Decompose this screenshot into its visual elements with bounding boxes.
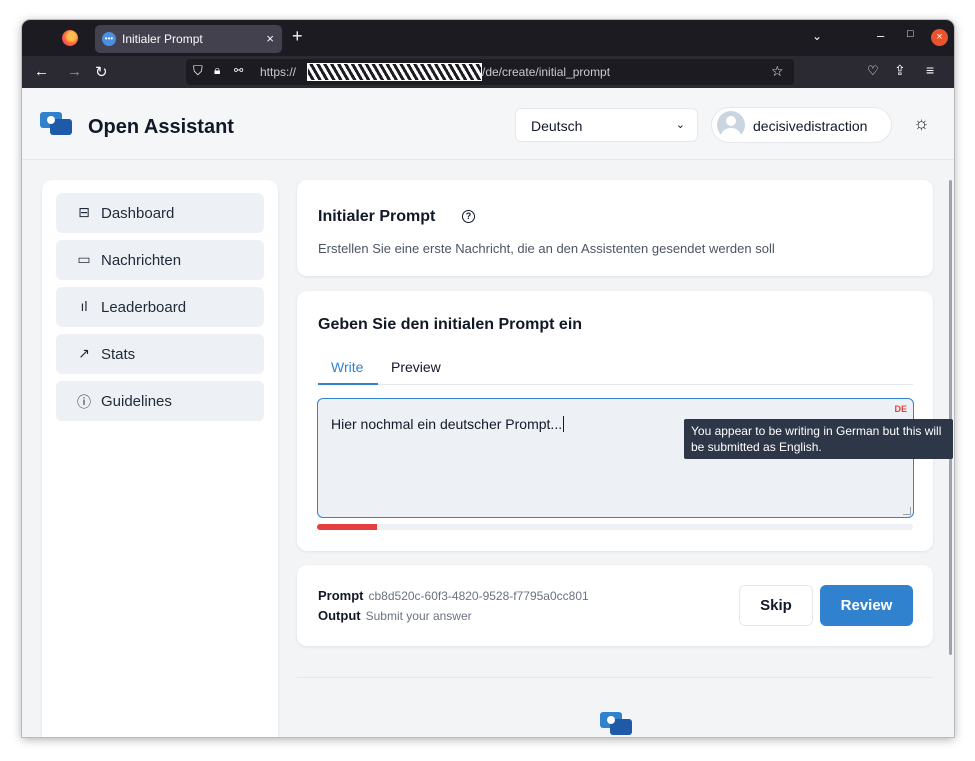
sidebar-item-guidelines[interactable]: ⓘ Guidelines <box>56 381 264 421</box>
language-value: Deutsch <box>531 118 583 134</box>
sidebar-item-label: Nachrichten <box>101 252 182 269</box>
skip-button[interactable]: Skip <box>739 585 813 626</box>
list-tabs-chevron-icon[interactable]: ⌄ <box>812 29 822 43</box>
back-arrow-icon[interactable]: ← <box>34 63 49 80</box>
prompt-id: cb8d520c-60f3-4820-9528-f7795a0cc801 <box>368 589 589 603</box>
browser-tab[interactable]: ••• Initialer Prompt × <box>95 25 282 53</box>
prompt-label: Prompt <box>318 588 364 603</box>
length-progress-fill <box>317 524 377 530</box>
app-header: Open Assistant Deutsch ⌄ decisivedistrac… <box>22 88 954 160</box>
firefox-logo-icon <box>62 30 78 46</box>
sidebar-item-dashboard[interactable]: ⊟ Dashboard <box>56 193 264 233</box>
footer-logo-icon <box>600 712 632 735</box>
task-title: Initialer Prompt <box>318 208 436 225</box>
bookmark-star-icon[interactable]: ☆ <box>771 63 784 80</box>
url-path: /de/create/initial_prompt <box>482 65 611 79</box>
username: decisivedistraction <box>753 118 868 134</box>
browser-toolbar: ← → ↻ ⛉ 🔒︎ ⚯ https:// /de/create/initial… <box>22 56 954 88</box>
sun-icon[interactable]: ☼ <box>913 113 930 134</box>
review-button[interactable]: Review <box>820 585 913 626</box>
tab-title: Initialer Prompt <box>122 32 203 46</box>
help-circle-icon: ⓘ <box>77 394 91 410</box>
sidebar-item-label: Stats <box>101 346 136 363</box>
layout-icon: ⊟ <box>78 204 90 220</box>
window-close-button[interactable]: × <box>931 29 948 46</box>
window-minimize-button[interactable]: – <box>877 28 884 43</box>
open-assistant-logo-icon[interactable] <box>40 112 72 136</box>
prompt-id-row: Prompt cb8d520c-60f3-4820-9528-f7795a0cc8… <box>318 588 589 603</box>
sidebar-item-label: Guidelines <box>101 393 172 410</box>
window-maximize-button[interactable]: □ <box>907 28 914 40</box>
forward-arrow-icon[interactable]: → <box>67 63 82 80</box>
browser-window: ••• Initialer Prompt × + ⌄ – □ × ← → ↻ ⛉… <box>22 20 954 737</box>
prompt-textarea-value: Hier nochmal ein deutscher Prompt... <box>331 416 565 432</box>
bar-chart-icon: ıl <box>80 298 88 314</box>
permissions-icon[interactable]: ⚯ <box>234 64 243 77</box>
sidebar-item-leaderboard[interactable]: ıl Leaderboard <box>56 287 264 327</box>
lock-icon[interactable]: 🔒︎ <box>214 63 220 78</box>
avatar <box>717 111 745 139</box>
sidebar-item-label: Leaderboard <box>101 299 187 316</box>
sidebar-item-label: Dashboard <box>101 205 175 222</box>
chevron-down-icon: ⌄ <box>675 119 685 131</box>
redacted-domain <box>307 63 482 81</box>
tab-close-icon[interactable]: × <box>266 31 274 46</box>
hamburger-menu-icon[interactable]: ≡ <box>926 62 934 78</box>
sidebar-item-stats[interactable]: ↗ Stats <box>56 334 264 374</box>
output-label: Output <box>318 608 361 623</box>
tab-preview[interactable]: Preview <box>391 359 441 375</box>
language-badge: DE <box>894 404 907 414</box>
task-description: Erstellen Sie eine erste Nachricht, die … <box>318 241 775 256</box>
resize-handle[interactable] <box>903 507 911 515</box>
share-icon[interactable]: ⇪ <box>894 62 906 79</box>
page-scrollbar[interactable] <box>949 180 952 655</box>
trending-up-icon: ↗ <box>78 345 90 361</box>
shield-icon[interactable]: ⛉ <box>193 63 203 79</box>
length-progress-bar <box>317 524 913 530</box>
sidebar-item-nachrichten[interactable]: ▭ Nachrichten <box>56 240 264 280</box>
footer-divider <box>297 677 933 678</box>
tab-favicon-icon: ••• <box>102 32 116 46</box>
reload-icon[interactable]: ↻ <box>95 63 108 81</box>
new-tab-button[interactable]: + <box>292 26 303 47</box>
output-row: Output Submit your answer <box>318 608 472 623</box>
task-actions-card: Prompt cb8d520c-60f3-4820-9528-f7795a0cc8… <box>297 565 933 646</box>
language-select[interactable]: Deutsch ⌄ <box>515 108 698 142</box>
user-menu-button[interactable]: decisivedistraction <box>711 107 892 143</box>
url-bar[interactable]: ⛉ 🔒︎ ⚯ https:// /de/create/initial_promp… <box>186 59 794 85</box>
url-scheme: https:// <box>260 65 297 79</box>
output-value: Submit your answer <box>365 609 472 623</box>
tabs-divider <box>318 384 913 385</box>
prompt-heading: Geben Sie den initialen Prompt ein <box>318 316 583 333</box>
tab-write-label: Write <box>331 359 364 375</box>
sidebar: ⊟ Dashboard ▭ Nachrichten ıl Leaderboard… <box>42 180 278 737</box>
browser-titlebar: ••• Initialer Prompt × + ⌄ – □ × <box>22 20 954 56</box>
task-info-card: Initialer Prompt ? Erstellen Sie eine er… <box>297 180 933 276</box>
pocket-icon[interactable]: ♡ <box>867 63 879 79</box>
tab-write[interactable]: Write <box>318 351 378 385</box>
language-warning-tooltip: You appear to be writing in German but t… <box>684 419 953 459</box>
message-icon: ▭ <box>77 251 91 267</box>
help-circle-icon[interactable]: ? <box>462 210 475 223</box>
app-title[interactable]: Open Assistant <box>88 116 234 139</box>
